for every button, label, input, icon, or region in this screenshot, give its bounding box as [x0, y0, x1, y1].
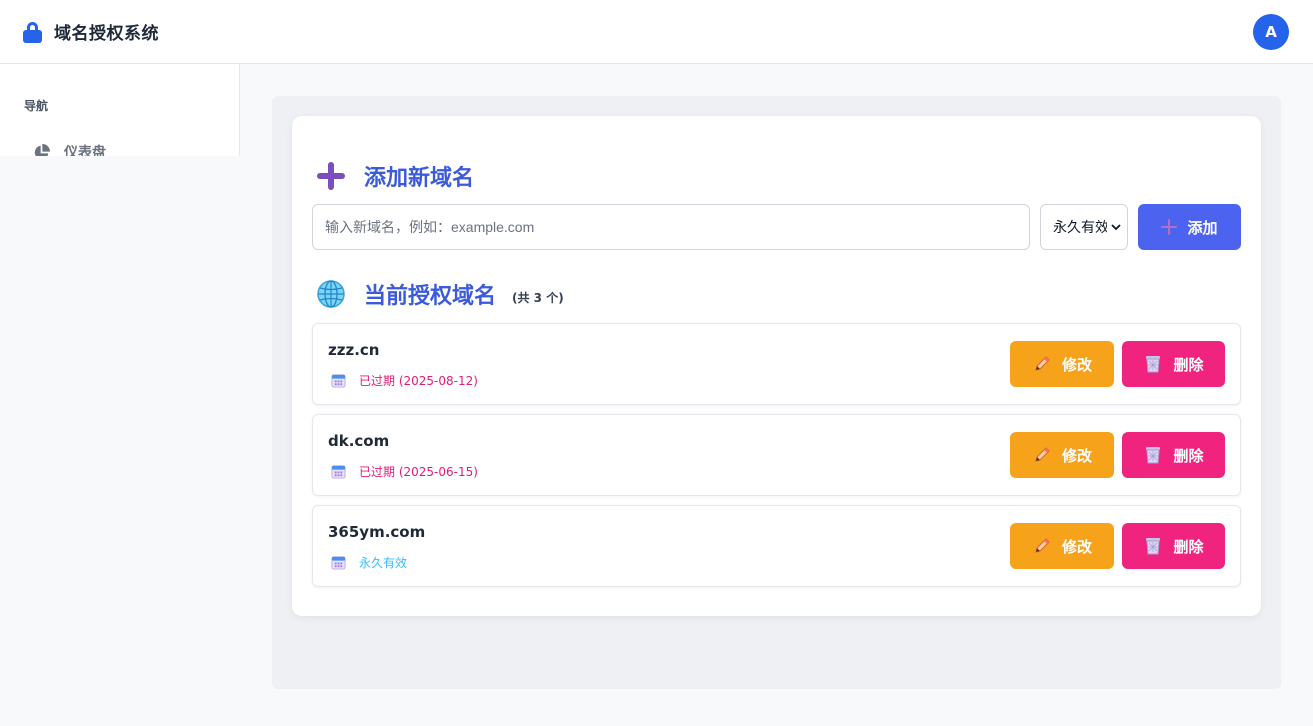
pie-chart-icon: [34, 143, 50, 156]
add-domain-heading: 添加新域名: [316, 160, 474, 192]
user-avatar[interactable]: A: [1253, 14, 1289, 50]
domain-row: dk.com 已过期 (2025-06-15) 修改 删除: [312, 414, 1241, 496]
edit-button-label: 修改: [1061, 446, 1092, 465]
edit-button-label: 修改: [1061, 537, 1092, 556]
trash-icon: [1146, 538, 1161, 555]
calendar-icon: [331, 374, 346, 388]
delete-button-label: 删除: [1173, 446, 1204, 465]
add-domain-button[interactable]: 添加: [1138, 204, 1241, 250]
delete-button-label: 删除: [1173, 355, 1204, 374]
delete-button-label: 删除: [1173, 537, 1204, 556]
domain-row: zzz.cn 已过期 (2025-08-12) 修改 删除: [312, 323, 1241, 405]
domain-list-title: 当前授权域名: [364, 284, 497, 309]
domain-name: 365ym.com: [328, 523, 426, 541]
plus-icon: [1161, 219, 1178, 235]
brand: 域名授权系统: [23, 19, 159, 44]
sidebar-item-dashboard[interactable]: 仪表盘: [33, 142, 106, 156]
calendar-icon: [331, 465, 346, 479]
delete-button[interactable]: 删除: [1122, 341, 1225, 387]
app-title: 域名授权系统: [54, 24, 159, 44]
nav-heading: 导航: [24, 99, 49, 113]
pencil-icon: [1035, 356, 1050, 371]
status-text: 已过期 (2025-08-12): [359, 374, 478, 388]
domain-status: 已过期 (2025-06-15): [331, 463, 478, 480]
pencil-icon: [1035, 447, 1050, 462]
delete-button[interactable]: 删除: [1122, 523, 1225, 569]
sidebar-item-label: 仪表盘: [64, 145, 106, 156]
domain-list-heading: 当前授权域名 (共 3 个): [316, 278, 564, 310]
lock-icon: [23, 21, 42, 43]
chevron-down-icon: [1111, 224, 1121, 231]
add-domain-title: 添加新域名: [364, 166, 475, 191]
edit-button[interactable]: 修改: [1010, 341, 1114, 387]
domain-name: zzz.cn: [328, 341, 380, 359]
domain-status: 已过期 (2025-08-12): [331, 372, 478, 389]
domain-row: 365ym.com 永久有效 修改 删除: [312, 505, 1241, 587]
domain-card: 添加新域名 永久有效 添加 当前授权域名 (共 3 个) zzz.cn: [292, 116, 1261, 616]
edit-button[interactable]: 修改: [1010, 432, 1114, 478]
status-text: 永久有效: [359, 556, 408, 570]
trash-icon: [1146, 356, 1161, 373]
duration-selected-value: 永久有效: [1053, 220, 1107, 236]
globe-icon: [317, 280, 345, 308]
new-domain-input[interactable]: [312, 204, 1030, 250]
trash-icon: [1146, 447, 1161, 464]
duration-select[interactable]: 永久有效: [1040, 204, 1128, 250]
sidebar: 导航 仪表盘: [0, 64, 240, 156]
domain-count: (共 3 个): [512, 290, 564, 305]
calendar-icon: [331, 556, 346, 570]
pencil-icon: [1035, 538, 1050, 553]
domain-name: dk.com: [328, 432, 390, 450]
status-text: 已过期 (2025-06-15): [359, 465, 478, 479]
edit-button-label: 修改: [1061, 355, 1092, 374]
edit-button[interactable]: 修改: [1010, 523, 1114, 569]
domain-status: 永久有效: [331, 554, 407, 571]
plus-icon: [316, 161, 346, 191]
add-button-label: 添加: [1187, 218, 1218, 237]
top-header: 域名授权系统 A: [0, 0, 1313, 64]
delete-button[interactable]: 删除: [1122, 432, 1225, 478]
